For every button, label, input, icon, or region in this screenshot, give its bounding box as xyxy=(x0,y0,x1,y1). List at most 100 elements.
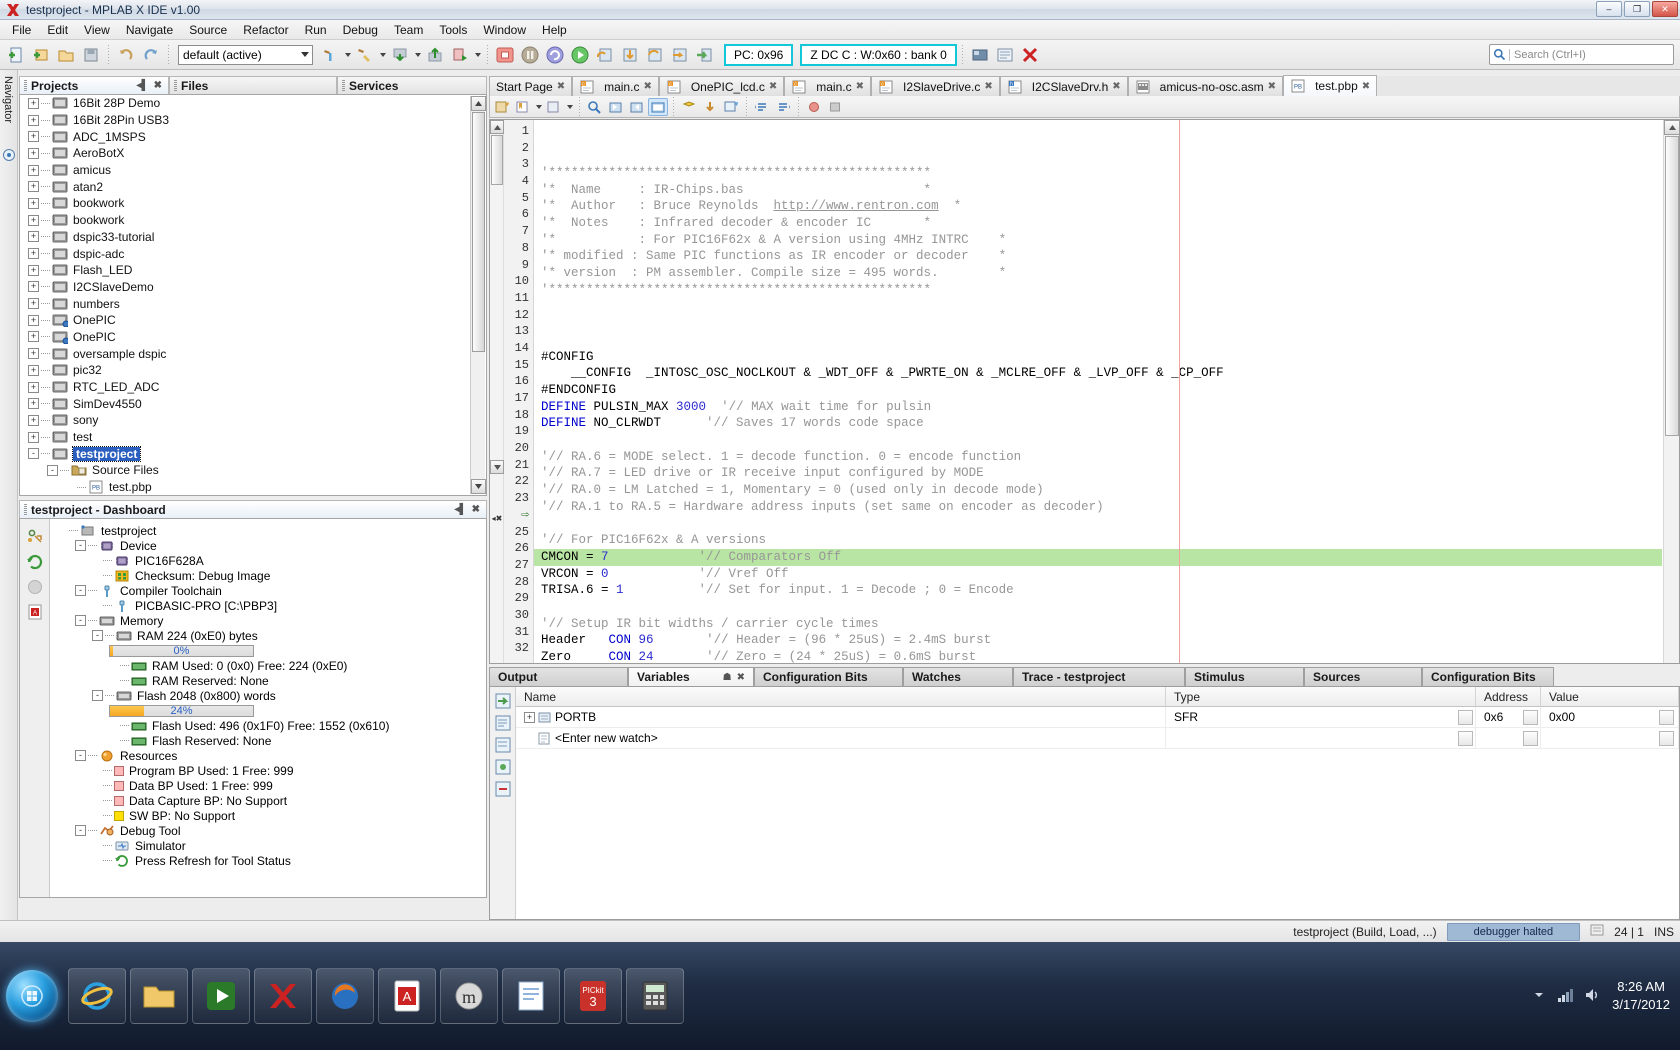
debug-project-icon[interactable] xyxy=(448,43,472,67)
navigator-icon[interactable] xyxy=(2,148,16,162)
code-line[interactable]: '* Name : IR-Chips.bas * xyxy=(541,182,1663,199)
menu-help[interactable]: Help xyxy=(534,21,575,39)
menu-navigate[interactable]: Navigate xyxy=(118,21,181,39)
code-line[interactable]: '* Author : Bruce Reynolds http://www.re… xyxy=(541,198,1663,215)
code-line[interactable]: VRCON = 0 '// Vref Off xyxy=(541,566,1663,583)
dashboard-item[interactable]: - Flash 2048 (0x800) words xyxy=(54,688,486,703)
tree-expander[interactable]: - xyxy=(75,585,86,596)
volume-icon[interactable] xyxy=(1584,987,1602,1006)
watch-absolute-icon[interactable] xyxy=(493,757,513,777)
tree-item[interactable]: - Source Files xyxy=(20,462,486,479)
code-line[interactable]: '// RA.7 = LED drive or IR receive input… xyxy=(541,465,1663,482)
tree-item[interactable]: + 16Bit 28P Demo xyxy=(20,95,486,112)
code-line[interactable] xyxy=(541,299,1663,316)
watch-sfr-icon[interactable] xyxy=(493,735,513,755)
line-number[interactable]: 21 xyxy=(504,457,529,474)
line-number[interactable]: 20 xyxy=(504,440,529,457)
tree-item[interactable]: + bookwork xyxy=(20,195,486,212)
code-line[interactable]: '***************************************… xyxy=(541,282,1663,299)
line-number[interactable]: 15 xyxy=(504,357,529,374)
tree-item[interactable]: + I2CSlaveDemo xyxy=(20,279,486,296)
memory-view-icon[interactable] xyxy=(968,43,992,67)
tree-item[interactable]: + numbers xyxy=(20,295,486,312)
menu-debug[interactable]: Debug xyxy=(335,21,386,39)
dashboard-item[interactable]: - Debug Tool xyxy=(54,823,486,838)
collapse-all-icon[interactable]: ◂✖ xyxy=(490,510,504,526)
column-header-address[interactable]: Address xyxy=(1476,687,1541,706)
line-number[interactable]: 18 xyxy=(504,407,529,424)
save-all-icon[interactable] xyxy=(79,43,103,67)
menu-view[interactable]: View xyxy=(76,21,118,39)
bottom-tab-watches-3[interactable]: Watches xyxy=(903,667,1013,686)
clean-dropdown-icon[interactable] xyxy=(378,43,387,67)
tree-expander[interactable]: - xyxy=(75,825,86,836)
menu-file[interactable]: File xyxy=(4,21,39,39)
tree-item[interactable]: + OnePIC xyxy=(20,329,486,346)
code-line[interactable]: TRISA.6 = 1 '// Set for input. 1 = Decod… xyxy=(541,582,1663,599)
value-edit-button[interactable] xyxy=(1659,710,1674,725)
tree-item[interactable]: + bookwork xyxy=(20,212,486,229)
tab-close-icon[interactable]: ✖ xyxy=(1268,81,1276,92)
tab-close-icon[interactable]: ✖ xyxy=(643,81,651,92)
dashboard-item[interactable]: Program BP Used: 1 Free: 999 xyxy=(54,763,486,778)
tab-dashboard[interactable]: testproject - Dashboard ◂▌ ✖ xyxy=(19,500,487,518)
tree-expander[interactable]: - xyxy=(75,540,86,551)
line-number[interactable]: 4 xyxy=(504,173,529,190)
tab-close-icon[interactable]: ✖ xyxy=(1112,81,1120,92)
code-line[interactable]: Zero CON 24 '// Zero = (24 * 25uS) = 0.6… xyxy=(541,649,1663,664)
program-device-icon[interactable] xyxy=(423,43,447,67)
taskbar-firefox-icon[interactable] xyxy=(316,968,374,1024)
bottom-tab-configuration-bits-2[interactable]: Configuration Bits xyxy=(754,667,903,686)
close-window-icon[interactable]: ✖ xyxy=(472,504,480,515)
code-line[interactable]: '// RA.1 to RA.5 = Hardware address inpu… xyxy=(541,499,1663,516)
menu-run[interactable]: Run xyxy=(297,21,335,39)
dashboard-item[interactable]: RAM Used: 0 (0x0) Free: 224 (0xE0) xyxy=(54,658,486,673)
tree-expander[interactable]: + xyxy=(28,365,39,376)
line-number[interactable]: 31 xyxy=(504,624,529,641)
line-number[interactable]: 16 xyxy=(504,373,529,390)
tree-item[interactable]: + Flash_LED xyxy=(20,262,486,279)
dashboard-item[interactable]: - Compiler Toolchain xyxy=(54,583,486,598)
tree-item[interactable]: + ADC_1MSPS xyxy=(20,128,486,145)
minimize-window-icon[interactable]: ◂▌ xyxy=(455,504,467,515)
minimize-window-icon[interactable]: ◂▌ xyxy=(137,80,149,91)
code-line[interactable] xyxy=(541,332,1663,349)
toggle-bookmark-icon[interactable] xyxy=(513,98,533,116)
menu-tools[interactable]: Tools xyxy=(431,21,475,39)
column-header-value[interactable]: Value xyxy=(1541,687,1679,706)
dashboard-item[interactable]: - Device xyxy=(54,538,486,553)
code-line[interactable]: __CONFIG _INTOSC_OSC_NOCLKOUT & _WDT_OFF… xyxy=(541,365,1663,382)
tree-item[interactable]: + atan2 xyxy=(20,178,486,195)
code-line-current[interactable]: CMCON = 7 '// Comparators Off xyxy=(534,549,1662,566)
tree-item[interactable]: + SimDev4550 xyxy=(20,395,486,412)
scroll-down-arrow[interactable] xyxy=(471,479,486,494)
line-number[interactable]: 1 xyxy=(504,123,529,140)
close-red-icon[interactable] xyxy=(1018,43,1042,67)
last-edit-icon[interactable] xyxy=(492,98,512,116)
bookmark-nav-dropdown-icon[interactable] xyxy=(565,95,574,119)
code-line[interactable] xyxy=(541,315,1663,332)
line-number[interactable]: 29 xyxy=(504,590,529,607)
line-number[interactable]: 17 xyxy=(504,390,529,407)
line-number[interactable]: 30 xyxy=(504,607,529,624)
watch-view-icon[interactable] xyxy=(993,43,1017,67)
line-number[interactable]: 5 xyxy=(504,190,529,207)
tree-expander[interactable]: - xyxy=(47,465,58,476)
taskbar-mplab-icon[interactable] xyxy=(254,968,312,1024)
dashboard-item[interactable]: Checksum: Debug Image xyxy=(54,568,486,583)
dashboard-item[interactable]: Press Refresh for Tool Status xyxy=(54,853,486,868)
editor-scroll-down[interactable] xyxy=(490,460,504,474)
toggle-highlight-icon[interactable] xyxy=(648,98,668,116)
projects-scrollbar[interactable] xyxy=(470,96,485,494)
tree-expander[interactable]: + xyxy=(28,165,39,176)
reset-icon[interactable] xyxy=(543,43,567,67)
dashboard-item[interactable]: Simulator xyxy=(54,838,486,853)
tree-expander[interactable]: + xyxy=(28,148,39,159)
step-out-icon[interactable] xyxy=(643,43,667,67)
dashboard-item[interactable]: - RAM 224 (0xE0) bytes xyxy=(54,628,486,643)
run-to-cursor-icon[interactable] xyxy=(668,43,692,67)
search-input[interactable]: Search (Ctrl+I) xyxy=(1489,44,1674,65)
clean-build-icon[interactable] xyxy=(353,43,377,67)
taskbar-file-explorer-icon[interactable] xyxy=(130,968,188,1024)
stop-icon[interactable] xyxy=(493,43,517,67)
